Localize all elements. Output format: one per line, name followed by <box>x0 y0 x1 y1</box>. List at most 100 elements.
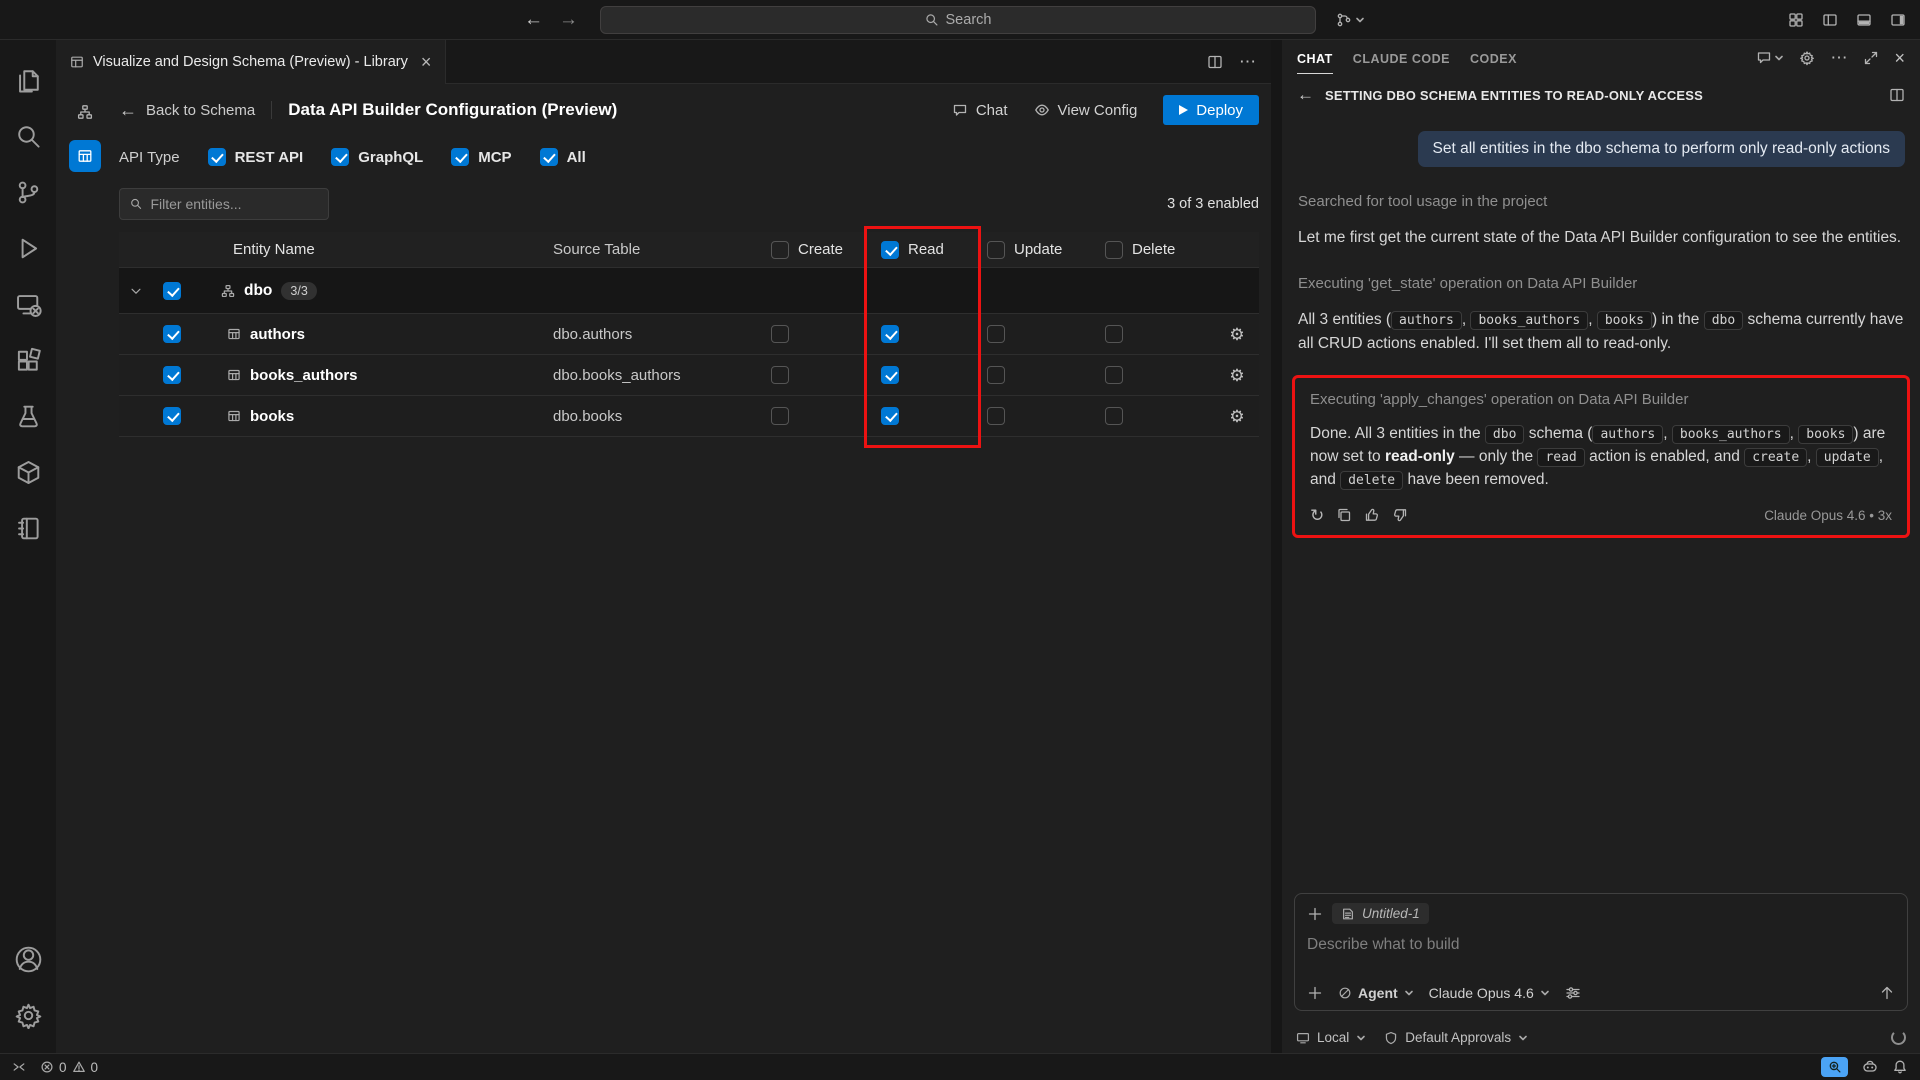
update-all-checkbox[interactable] <box>987 241 1005 259</box>
run-debug-icon[interactable] <box>0 220 56 276</box>
update-checkbox[interactable] <box>987 325 1005 343</box>
row-select-checkbox[interactable] <box>163 407 181 425</box>
toggle-sidebar-icon[interactable] <box>1822 12 1838 28</box>
zoom-indicator[interactable] <box>1821 1057 1848 1077</box>
read-all-checkbox[interactable] <box>881 241 899 259</box>
tools-sliders-icon[interactable] <box>1565 985 1581 1001</box>
add-context-icon[interactable] <box>1307 906 1323 922</box>
containers-icon[interactable] <box>0 444 56 500</box>
history-forward-icon[interactable]: → <box>559 9 578 31</box>
row-select-checkbox[interactable] <box>163 325 181 343</box>
create-all-checkbox[interactable] <box>771 241 789 259</box>
context-file-chip[interactable]: Untitled-1 <box>1332 903 1429 924</box>
thumbs-down-icon[interactable] <box>1392 507 1408 523</box>
regenerate-icon[interactable]: ↻ <box>1310 507 1324 524</box>
mcp-label: MCP <box>478 149 511 166</box>
toggle-panel-icon[interactable] <box>1856 12 1872 28</box>
settings-gear-icon[interactable] <box>0 987 56 1043</box>
delete-checkbox[interactable] <box>1105 325 1123 343</box>
view-config-button[interactable]: View Config <box>1034 102 1138 119</box>
row-settings-gear-icon[interactable]: ⚙ <box>1229 408 1244 425</box>
delete-all-checkbox[interactable] <box>1105 241 1123 259</box>
close-chat-icon[interactable]: × <box>1894 49 1905 67</box>
delete-checkbox[interactable] <box>1105 407 1123 425</box>
environment-selector[interactable]: Local <box>1296 1030 1366 1045</box>
testing-icon[interactable] <box>0 388 56 444</box>
send-button[interactable] <box>1879 985 1895 1001</box>
read-checkbox[interactable] <box>881 407 899 425</box>
session-toggle-button[interactable] <box>1336 8 1365 32</box>
chat-prompt-input[interactable]: Describe what to build <box>1307 936 1895 954</box>
copy-icon[interactable] <box>1336 507 1352 523</box>
row-settings-gear-icon[interactable]: ⚙ <box>1229 367 1244 384</box>
api-type-rest[interactable]: REST API <box>208 148 304 166</box>
update-checkbox[interactable] <box>987 407 1005 425</box>
filter-entities-input[interactable] <box>119 188 329 220</box>
extensions-icon[interactable] <box>0 332 56 388</box>
customize-layout-icon[interactable] <box>1788 12 1804 28</box>
split-editor-icon[interactable] <box>1207 54 1223 70</box>
table-row: books dbo.books ⚙ <box>119 396 1259 437</box>
api-type-row: API Type REST API GraphQL MCP All <box>119 140 1259 174</box>
history-back-icon[interactable]: ← <box>524 9 543 31</box>
tab-codex[interactable]: CODEX <box>1470 43 1517 73</box>
create-checkbox[interactable] <box>771 325 789 343</box>
tab-claude-code[interactable]: CLAUDE CODE <box>1353 43 1450 73</box>
filter-input-field[interactable] <box>150 196 318 212</box>
approvals-selector[interactable]: Default Approvals <box>1384 1030 1528 1045</box>
model-selector[interactable]: Claude Opus 4.6 <box>1429 985 1550 1001</box>
chat-input-box[interactable]: Untitled-1 Describe what to build Agent … <box>1294 893 1908 1011</box>
entity-name: books <box>250 408 294 425</box>
schema-group-row[interactable]: dbo 3/3 <box>119 268 1259 314</box>
data-api-builder-view-icon[interactable] <box>69 140 101 172</box>
group-select-checkbox[interactable] <box>163 282 181 300</box>
api-type-mcp[interactable]: MCP <box>451 148 511 166</box>
account-icon[interactable] <box>0 931 56 987</box>
command-center-search[interactable]: Search <box>600 6 1316 34</box>
remote-indicator[interactable] <box>12 1060 26 1074</box>
chat-settings-gear-icon[interactable] <box>1799 50 1815 66</box>
schema-designer-icon[interactable] <box>69 96 101 128</box>
deploy-button[interactable]: Deploy <box>1163 95 1259 125</box>
api-type-all[interactable]: All <box>540 148 586 166</box>
mcp-checkbox[interactable] <box>451 148 469 166</box>
create-checkbox[interactable] <box>771 366 789 384</box>
all-checkbox[interactable] <box>540 148 558 166</box>
toggle-secondary-sidebar-icon[interactable] <box>1890 12 1906 28</box>
mode-selector[interactable]: Agent <box>1338 985 1414 1001</box>
rest-api-checkbox[interactable] <box>208 148 226 166</box>
create-checkbox[interactable] <box>771 407 789 425</box>
notebooks-icon[interactable] <box>0 500 56 556</box>
new-chat-button[interactable] <box>1756 50 1784 66</box>
read-checkbox[interactable] <box>881 325 899 343</box>
back-to-schema-button[interactable]: ← Back to Schema <box>119 100 255 121</box>
assistant-paragraph: Let me first get the current state of th… <box>1298 226 1904 249</box>
chevron-down-icon[interactable] <box>129 284 143 298</box>
graphql-checkbox[interactable] <box>331 148 349 166</box>
update-checkbox[interactable] <box>987 366 1005 384</box>
thumbs-up-icon[interactable] <box>1364 507 1380 523</box>
chat-more-icon[interactable]: ⋯ <box>1830 48 1848 68</box>
editor-tab[interactable]: Visualize and Design Schema (Preview) - … <box>56 40 446 84</box>
api-type-graphql[interactable]: GraphQL <box>331 148 423 166</box>
remote-explorer-icon[interactable] <box>0 276 56 332</box>
back-icon[interactable]: ← <box>1297 85 1314 105</box>
search-icon[interactable] <box>0 108 56 164</box>
open-chat-editor-icon[interactable] <box>1889 87 1905 103</box>
delete-checkbox[interactable] <box>1105 366 1123 384</box>
row-settings-gear-icon[interactable]: ⚙ <box>1229 326 1244 343</box>
row-select-checkbox[interactable] <box>163 366 181 384</box>
tab-chat[interactable]: CHAT <box>1297 43 1333 74</box>
notifications-bell-icon[interactable] <box>1892 1059 1908 1075</box>
read-checkbox[interactable] <box>881 366 899 384</box>
close-tab-icon[interactable]: × <box>421 53 432 71</box>
copilot-icon[interactable] <box>1862 1059 1878 1075</box>
explorer-icon[interactable] <box>0 52 56 108</box>
attach-plus-icon[interactable] <box>1307 985 1323 1001</box>
more-actions-icon[interactable]: ⋯ <box>1239 52 1257 72</box>
expand-icon[interactable] <box>1863 50 1879 66</box>
chat-button[interactable]: Chat <box>952 102 1008 119</box>
problems-indicator[interactable]: 0 0 <box>40 1060 98 1075</box>
dab-config-panel: ← Back to Schema Data API Builder Config… <box>114 84 1259 1053</box>
source-control-icon[interactable] <box>0 164 56 220</box>
